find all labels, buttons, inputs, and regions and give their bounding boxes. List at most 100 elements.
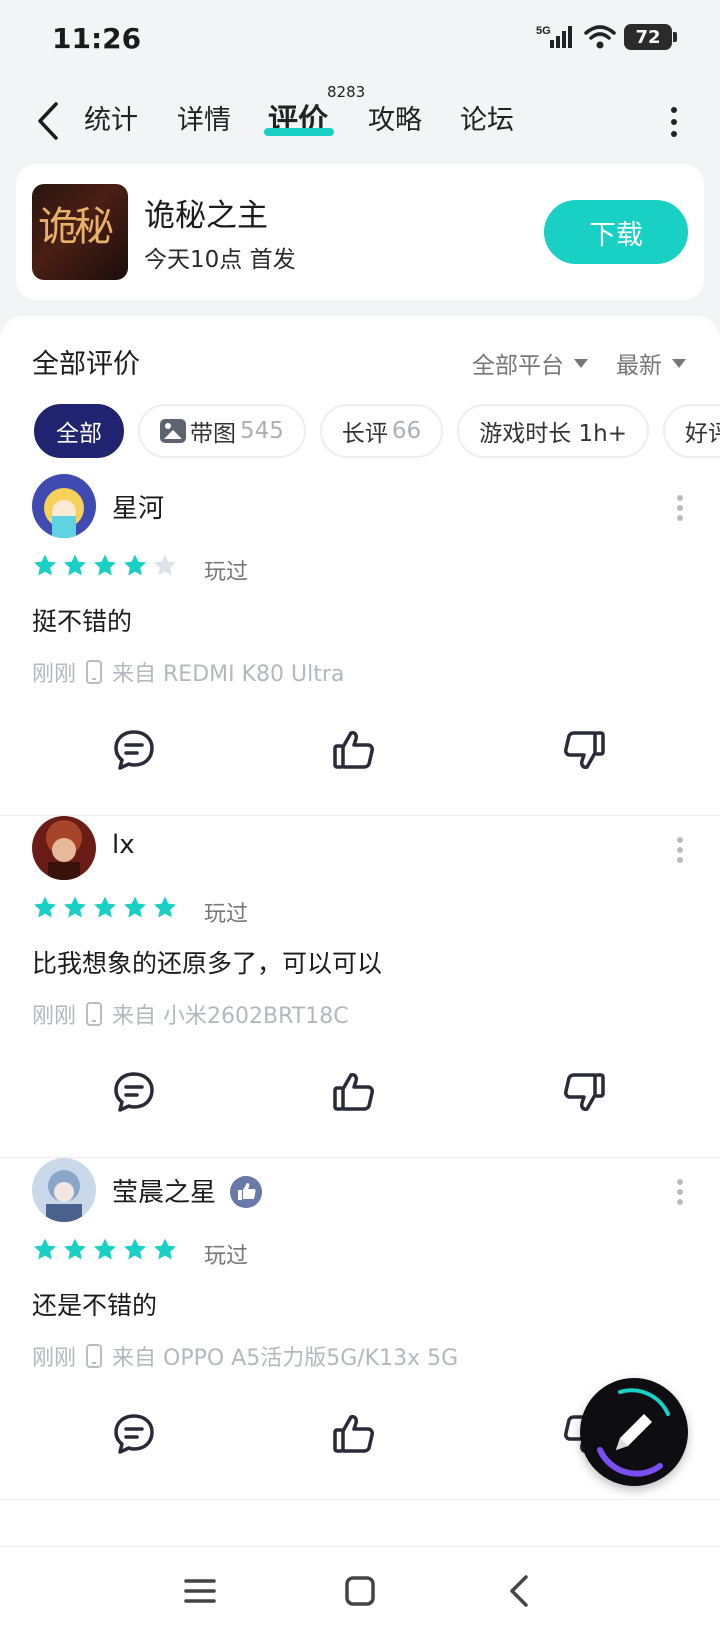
filter-chip-with-images[interactable]: 带图 545 [138, 404, 306, 458]
star-filled-icon [64, 896, 86, 918]
download-button[interactable]: 下载 [544, 200, 688, 264]
star-filled-icon [34, 554, 56, 576]
chip-count: 66 [391, 418, 422, 444]
reviews-count-badge: 8283 [327, 83, 366, 101]
filter-chip-playtime[interactable]: 游戏时长 1h+ [457, 404, 649, 458]
avatar[interactable] [32, 816, 96, 880]
comment-icon[interactable] [110, 1410, 158, 1458]
tab-guides[interactable]: 攻略 [368, 98, 422, 144]
review-device: 来自 小米2602BRT18C [112, 1004, 349, 1029]
caret-down-icon [672, 358, 686, 368]
user-name[interactable]: lx [112, 830, 135, 860]
game-icon-lettering: 诡秘 [38, 204, 114, 250]
active-tab-indicator [264, 128, 334, 136]
battery-level: 72 [635, 26, 661, 48]
more-vertical-icon[interactable] [668, 102, 680, 142]
star-filled-icon [154, 1238, 176, 1260]
user-name[interactable]: 星河 [112, 488, 164, 525]
review-meta: 刚刚 来自 REDMI K80 Ultra [32, 656, 344, 688]
filter-chip-positive[interactable]: 好评 [662, 404, 720, 458]
thumbs-up-icon[interactable] [330, 1410, 378, 1458]
status-bar: 11:26 5G 72 [0, 0, 720, 80]
star-filled-icon [64, 554, 86, 576]
game-release-info: 今天10点 首发 [144, 247, 296, 273]
star-filled-icon [94, 1238, 116, 1260]
star-rating [32, 552, 178, 578]
review-text[interactable]: 还是不错的 [32, 1286, 157, 1322]
tab-details[interactable]: 详情 [177, 98, 231, 144]
review-device: 来自 OPPO A5活力版5G/K13x 5G [112, 1346, 459, 1371]
tab-stats[interactable]: 统计 [84, 98, 138, 144]
chip-label: 好评 [684, 421, 720, 447]
star-filled-icon [154, 896, 176, 918]
back-icon[interactable] [500, 1571, 540, 1611]
tab-reviews[interactable]: 评价 [268, 98, 328, 144]
review-time: 刚刚 [32, 662, 77, 687]
star-rating [32, 894, 178, 920]
caret-down-icon [574, 358, 588, 368]
game-icon[interactable]: 诡秘 [32, 184, 128, 280]
star-filled-icon [94, 896, 116, 918]
user-name[interactable]: 莹晨之星 [112, 1172, 216, 1209]
star-filled-icon [124, 896, 146, 918]
review-text[interactable]: 挺不错的 [32, 602, 132, 638]
status-icons: 5G 72 [536, 24, 677, 50]
platform-filter-label: 全部平台 [472, 353, 564, 379]
game-card: 诡秘 诡秘之主 今天10点 首发 下载 [16, 164, 704, 300]
chip-count: 545 [240, 418, 284, 444]
filter-chip-all[interactable]: 全部 [34, 404, 124, 458]
chip-label: 全部 [56, 421, 102, 447]
tab-forum[interactable]: 论坛 [460, 98, 514, 144]
cellular-signal-icon: 5G [536, 25, 572, 48]
sort-label: 最新 [616, 353, 662, 379]
review-device: 来自 REDMI K80 Ultra [112, 662, 345, 687]
thumbs-up-icon[interactable] [330, 1068, 378, 1116]
star-empty-icon [154, 554, 176, 576]
chip-label: 长评 [341, 421, 388, 447]
menu-icon[interactable] [180, 1571, 220, 1611]
avatar[interactable] [32, 1158, 96, 1222]
game-title: 诡秘之主 [144, 198, 268, 234]
played-tag: 玩过 [204, 560, 249, 585]
review-time: 刚刚 [32, 1004, 77, 1029]
write-review-button[interactable] [580, 1378, 688, 1486]
review-filter-chips: 全部 带图 545 长评 66 游戏时长 1h+ 好评 [34, 404, 720, 458]
network-label: 5G [536, 25, 551, 37]
more-vertical-icon[interactable] [676, 494, 684, 522]
comment-icon[interactable] [110, 1068, 158, 1116]
more-vertical-icon[interactable] [676, 1178, 684, 1206]
reviews-panel: 全部评价 全部平台 最新 全部 带图 545 长评 66 游戏时长 1h+ 好评 [0, 316, 720, 1546]
more-vertical-icon[interactable] [676, 836, 684, 864]
phone-icon [86, 1344, 103, 1368]
image-icon [160, 419, 186, 443]
system-navigation-bar [0, 1546, 720, 1640]
comment-icon[interactable] [110, 726, 158, 774]
phone-icon [86, 660, 103, 684]
sort-dropdown[interactable]: 最新 [616, 346, 686, 380]
chip-label: 游戏时长 1h+ [479, 421, 627, 447]
thumbs-up-icon[interactable] [330, 726, 378, 774]
played-tag: 玩过 [204, 1244, 249, 1269]
star-rating [32, 1236, 178, 1262]
status-time: 11:26 [52, 22, 142, 55]
platform-filter-dropdown[interactable]: 全部平台 [472, 346, 588, 380]
review-time: 刚刚 [32, 1346, 77, 1371]
verified-badge-icon [230, 1176, 262, 1208]
back-arrow-icon[interactable] [30, 98, 66, 144]
wifi-icon [584, 25, 616, 49]
review-item: lx 玩过 比我想象的还原多了，可以可以 刚刚 来自 小米2602BRT18C [0, 816, 720, 1158]
star-filled-icon [124, 1238, 146, 1260]
star-filled-icon [94, 554, 116, 576]
battery-indicator: 72 [624, 24, 677, 50]
review-item: 星河 玩过 挺不错的 刚刚 来自 REDMI K80 Ultra [0, 474, 720, 816]
star-filled-icon [64, 1238, 86, 1260]
played-tag: 玩过 [204, 902, 249, 927]
thumbs-down-icon[interactable] [560, 1068, 608, 1116]
home-icon[interactable] [340, 1571, 380, 1611]
review-text[interactable]: 比我想象的还原多了，可以可以 [32, 944, 382, 980]
review-meta: 刚刚 来自 OPPO A5活力版5G/K13x 5G [32, 1340, 458, 1372]
star-filled-icon [34, 896, 56, 918]
filter-chip-long-reviews[interactable]: 长评 66 [319, 404, 444, 458]
thumbs-down-icon[interactable] [560, 726, 608, 774]
avatar[interactable] [32, 474, 96, 538]
